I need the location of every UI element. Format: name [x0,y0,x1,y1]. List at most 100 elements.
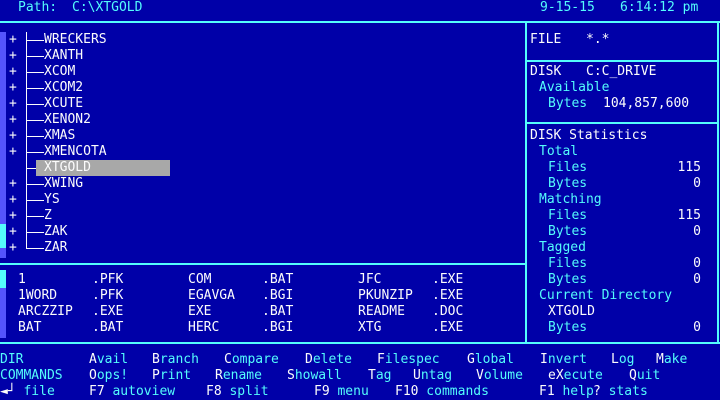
tree-item-label[interactable]: XMENCOTA [44,144,107,160]
tree-item[interactable]: XTGOLD [0,160,520,176]
expand-marker[interactable]: + [9,144,17,160]
menu-og-command[interactable]: Log [611,352,634,368]
expand-marker[interactable]: + [9,96,17,112]
tree-item-label[interactable]: XCOM [44,64,75,80]
menu-ranch-command[interactable]: Branch [152,352,199,368]
file-name[interactable]: EXE [188,304,211,320]
tree-item-label-selected[interactable]: XTGOLD [36,160,170,176]
tree-item-label[interactable]: WRECKERS [44,32,107,48]
key-split-command[interactable]: F8 split [206,384,269,400]
info-divider-2 [526,122,718,124]
expand-marker[interactable]: + [9,240,17,256]
file-name[interactable]: PKUNZIP [358,288,413,304]
expand-marker[interactable]: + [9,192,17,208]
file-extension[interactable]: .BGI [262,320,293,336]
file-name[interactable]: BAT [18,320,41,336]
expand-marker[interactable]: + [9,80,17,96]
menu-ntag-command[interactable]: Untag [413,368,452,384]
expand-marker[interactable]: + [9,48,17,64]
tree-item[interactable]: + XWING [0,176,520,192]
file-extension[interactable]: .EXE [432,320,463,336]
tree-item[interactable]: + XMENCOTA [0,144,520,160]
menu-elete-command[interactable]: Delete [305,352,352,368]
file-extension[interactable]: .DOC [432,304,463,320]
tree-item[interactable]: + XCOM [0,64,520,80]
expand-marker[interactable]: + [9,128,17,144]
file-name[interactable]: 1 [18,272,26,288]
tree-item[interactable]: + XCUTE [0,96,520,112]
menu-ilespec-command[interactable]: Filespec [377,352,440,368]
file-extension[interactable]: .EXE [432,272,463,288]
tree-item-label[interactable]: ZAR [44,240,67,256]
key-stats-command[interactable]: ? stats [593,384,648,400]
tree-connector-line [27,168,36,169]
command-hotkey: A [89,352,97,367]
menu-nvert-command[interactable]: Invert [540,352,587,368]
command-label: split [221,384,269,399]
file-name[interactable]: ARCZZIP [18,304,73,320]
tree-item[interactable]: + Z [0,208,520,224]
expand-marker[interactable]: + [9,176,17,192]
menu-vail-command[interactable]: Avail [89,352,128,368]
tree-item-label[interactable]: XMAS [44,128,75,144]
menu-uit-command[interactable]: Quit [629,368,660,384]
tree-item[interactable]: + ZAK [0,224,520,240]
menu-ake-command[interactable]: Make [656,352,687,368]
file-extension[interactable]: .EXE [432,288,463,304]
key-help-command[interactable]: F1 help [539,384,594,400]
tree-item-label[interactable]: ZAK [44,224,67,240]
file-extension[interactable]: .PFK [92,272,123,288]
tree-item-label[interactable]: XANTH [44,48,83,64]
menu-ecute-command[interactable]: eXecute [548,368,603,384]
tree-item[interactable]: + ZAR [0,240,520,256]
tree-item-label[interactable]: XWING [44,176,83,192]
tree-files-divider [0,263,526,265]
file-extension[interactable]: .EXE [92,304,123,320]
tree-item[interactable]: + XCOM2 [0,80,520,96]
matching-bytes: 0 [693,224,701,239]
file-extension[interactable]: .BAT [262,304,293,320]
menu-ename-command[interactable]: Rename [215,368,262,384]
file-name[interactable]: JFC [358,272,381,288]
file-name[interactable]: COM [188,272,211,288]
tagged-bytes-label: Bytes [548,272,588,287]
tree-item[interactable]: + YS [0,192,520,208]
expand-marker[interactable]: + [9,64,17,80]
menu-olume-command[interactable]: Volume [476,368,523,384]
menu-lobal-command[interactable]: Global [467,352,514,368]
menu-rint-command[interactable]: Print [152,368,191,384]
tree-item-label[interactable]: XCUTE [44,96,83,112]
tree-item-label[interactable]: XCOM2 [44,80,83,96]
menu-ops--command[interactable]: Oops! [89,368,128,384]
command-label: ops! [96,368,129,383]
expand-marker[interactable]: + [9,208,17,224]
tree-item-label[interactable]: XENON2 [44,112,91,128]
file-name[interactable]: README [358,304,405,320]
file-name[interactable]: 1WORD [18,288,57,304]
file-name[interactable]: HERC [188,320,219,336]
key-commands-command[interactable]: F10 commands [395,384,489,400]
file-name[interactable]: XTG [358,320,381,336]
tree-item-label[interactable]: YS [44,192,60,208]
file-name[interactable]: EGAVGA [188,288,235,304]
tree-item[interactable]: + XANTH [0,48,520,64]
file-extension[interactable]: .BAT [92,320,123,336]
key-menu-command[interactable]: F9 menu [314,384,369,400]
tree-item-label[interactable]: Z [44,208,52,224]
menu-ag-command[interactable]: Tag [368,368,391,384]
expand-marker[interactable]: + [9,112,17,128]
file-extension[interactable]: .BGI [262,288,293,304]
expand-marker[interactable]: + [9,224,17,240]
key-autoview-command[interactable]: F7 autoview [89,384,175,400]
files-scrollbar-thumb[interactable] [0,270,6,288]
file-extension[interactable]: .PFK [92,288,123,304]
tree-item[interactable]: + XMAS [0,128,520,144]
key-file-command[interactable]: ◄┘ file [0,384,55,400]
menu-howall-command[interactable]: Showall [287,368,342,384]
tree-item[interactable]: + WRECKERS [0,32,520,48]
menu-ompare-command[interactable]: Compare [224,352,279,368]
file-extension[interactable]: .BAT [262,272,293,288]
command-label: autoview [104,384,176,399]
tree-item[interactable]: + XENON2 [0,112,520,128]
expand-marker[interactable]: + [9,32,17,48]
